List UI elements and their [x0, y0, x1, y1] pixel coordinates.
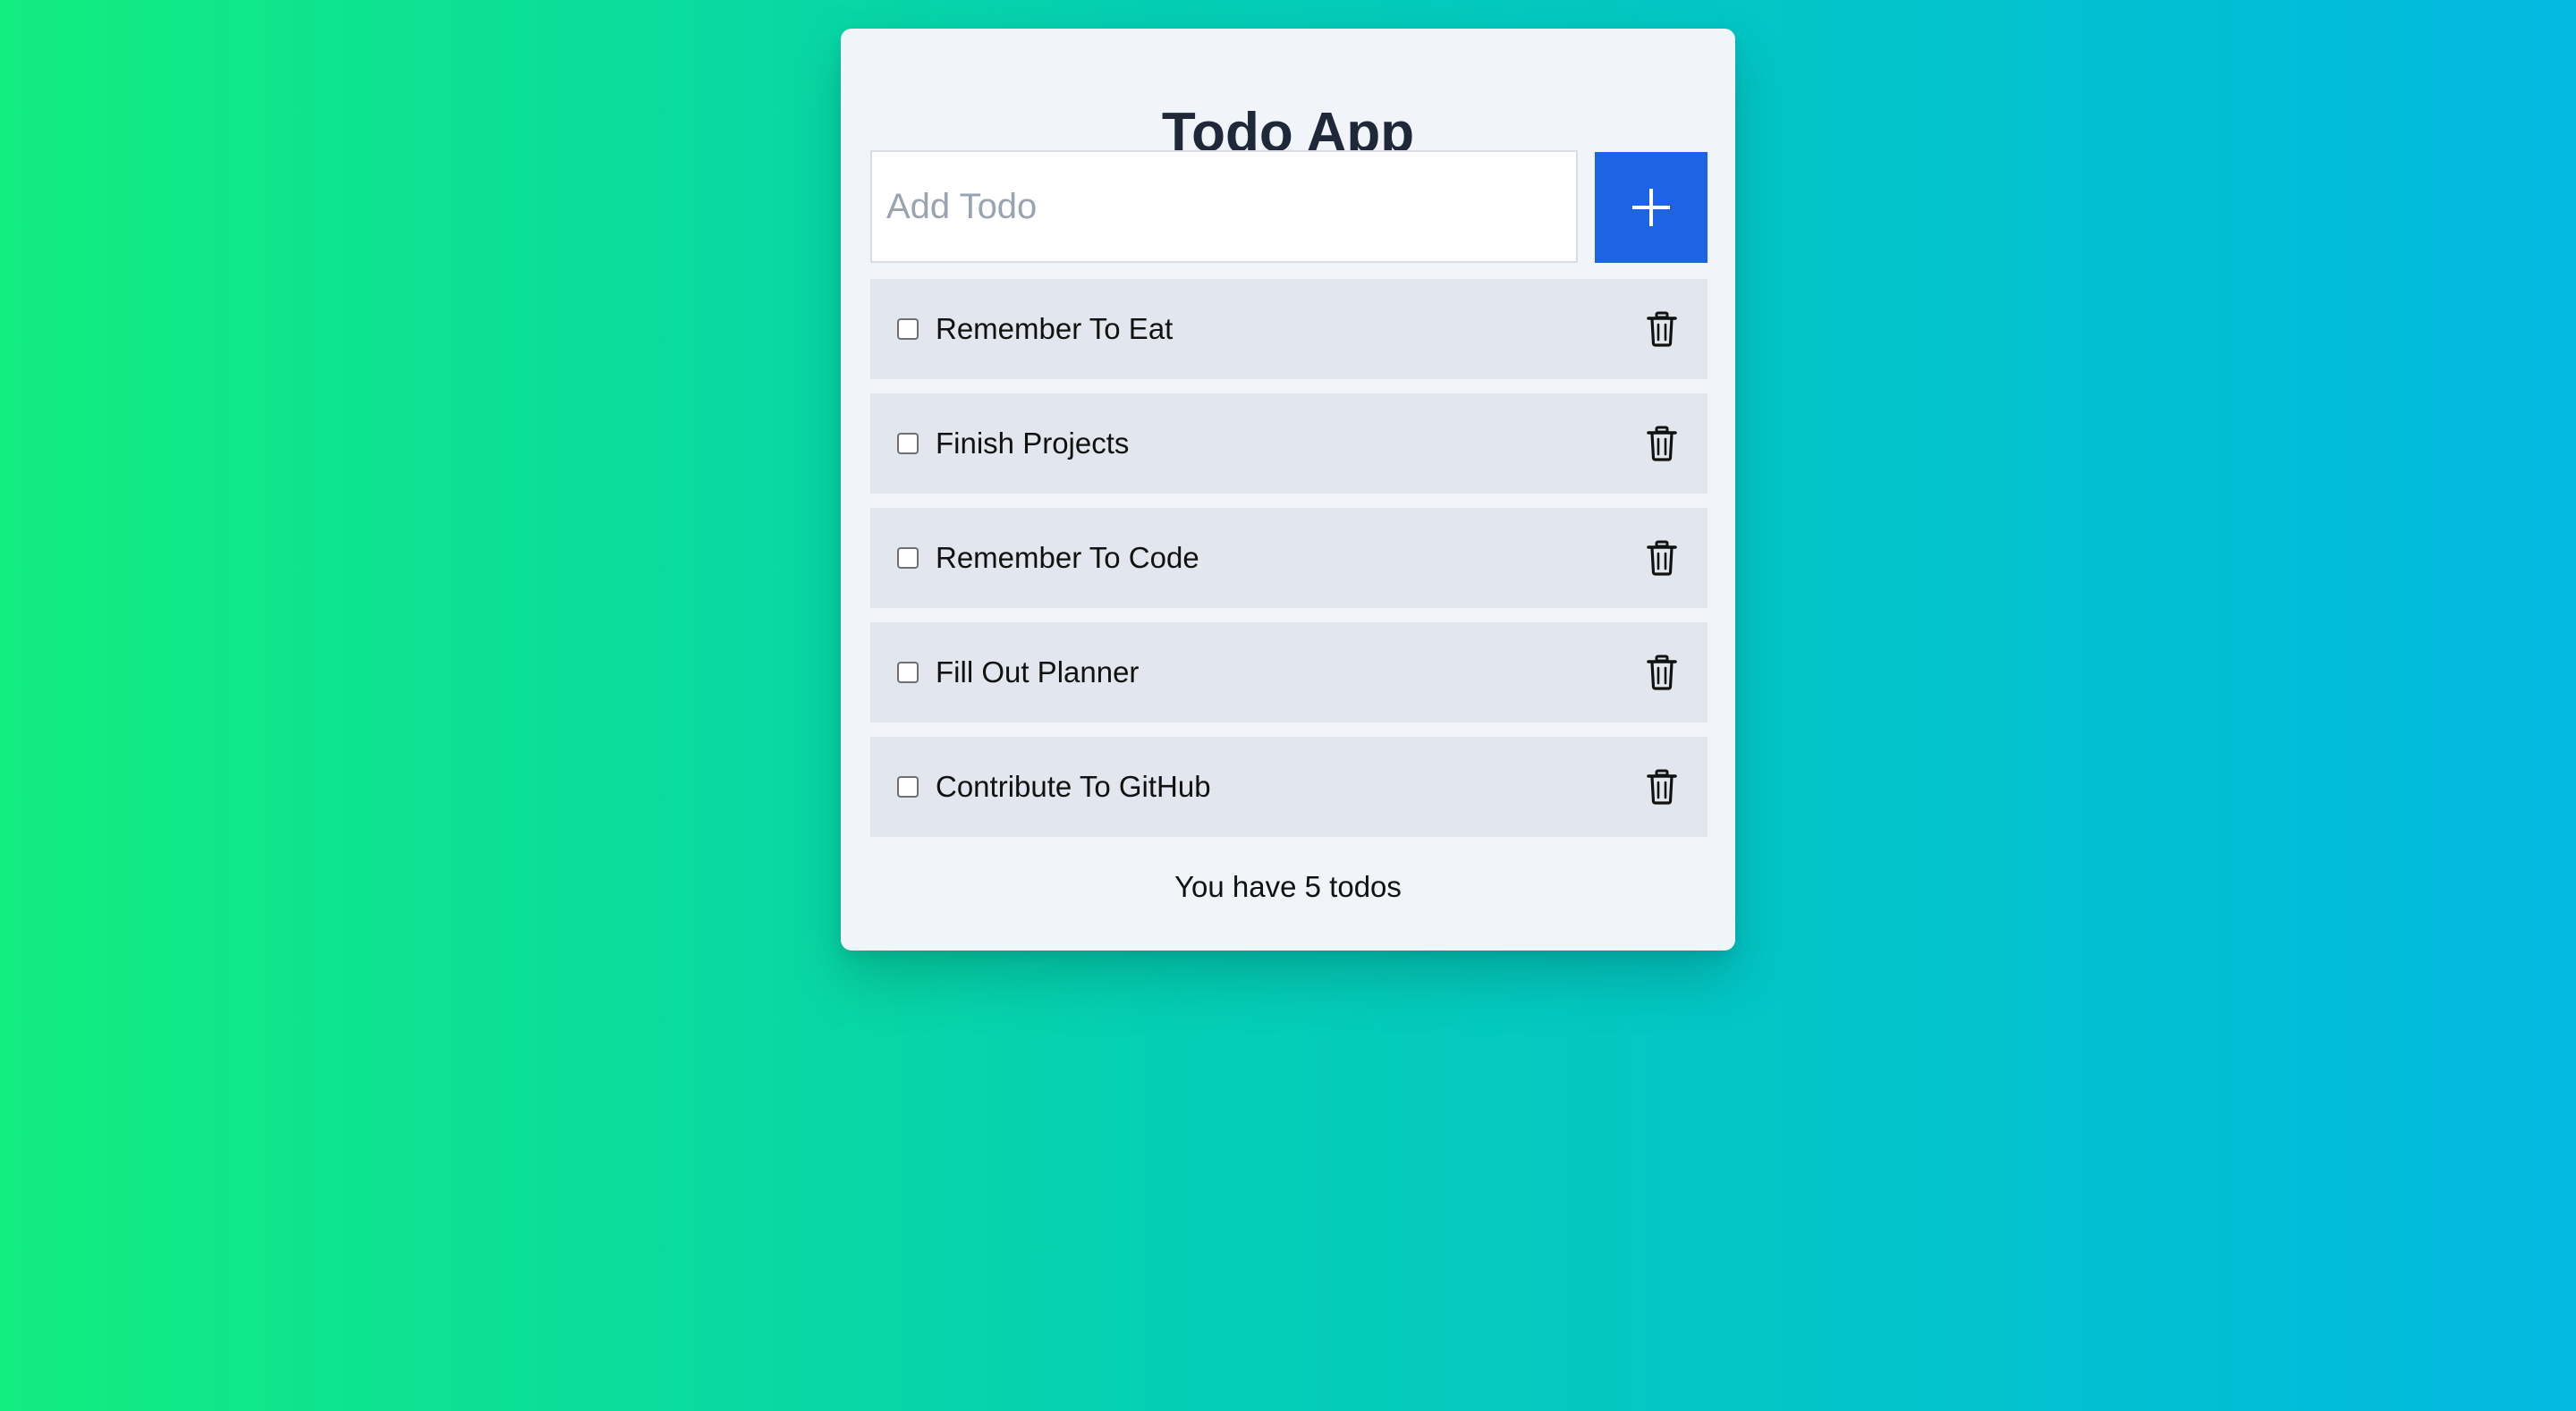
todo-label: Contribute To GitHub [936, 770, 1211, 803]
todo-checkbox[interactable] [897, 433, 919, 454]
trash-icon[interactable] [1647, 426, 1677, 461]
todo-checkbox[interactable] [897, 547, 919, 569]
todo-checkbox[interactable] [897, 318, 919, 340]
todo-item: Remember To Code [870, 508, 1707, 608]
add-todo-button[interactable] [1595, 152, 1707, 263]
todo-label: Remember To Code [936, 541, 1199, 574]
plus-icon [1632, 189, 1670, 226]
trash-icon[interactable] [1647, 540, 1677, 576]
todo-checkbox[interactable] [897, 776, 919, 798]
todo-item: Remember To Eat [870, 279, 1707, 379]
trash-icon[interactable] [1647, 311, 1677, 347]
trash-icon[interactable] [1647, 769, 1677, 805]
trash-icon[interactable] [1647, 655, 1677, 690]
todo-item: Finish Projects [870, 393, 1707, 494]
todo-label: Finish Projects [936, 427, 1130, 460]
todo-item: Contribute To GitHub [870, 737, 1707, 837]
todo-item: Fill Out Planner [870, 622, 1707, 722]
todo-label: Remember To Eat [936, 312, 1174, 345]
todo-card: Todo App Remember To Eat Finish Projects [841, 29, 1735, 951]
add-todo-input[interactable] [870, 150, 1578, 263]
todo-count: You have 5 todos [1174, 870, 1402, 903]
todo-list: Remember To Eat Finish Projects Remember… [870, 279, 1707, 851]
add-todo-row [870, 150, 1707, 263]
todo-checkbox[interactable] [897, 662, 919, 683]
todo-label: Fill Out Planner [936, 655, 1140, 689]
